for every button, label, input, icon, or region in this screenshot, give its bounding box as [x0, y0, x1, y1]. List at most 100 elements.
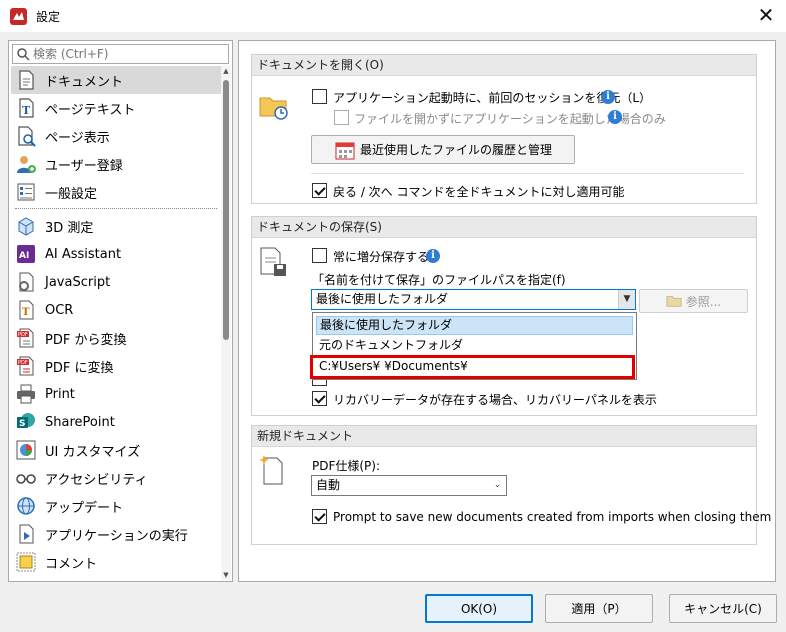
- pdf-from-icon: PDF: [17, 328, 34, 348]
- nav-item-label: JavaScript: [45, 274, 111, 290]
- prompt-save-checkbox[interactable]: [312, 509, 327, 524]
- svg-text:S: S: [19, 419, 25, 429]
- nav-item-label: AI Assistant: [45, 246, 122, 262]
- globe-icon: [17, 497, 35, 515]
- chevron-down-icon[interactable]: ▼: [618, 290, 635, 309]
- svg-text:T: T: [22, 307, 30, 318]
- nav-item-comment[interactable]: コメント: [11, 548, 221, 576]
- nav-item-page-text[interactable]: T ページテキスト: [11, 94, 221, 122]
- pdf-spec-value: 自動: [316, 478, 341, 492]
- scroll-down-icon[interactable]: ▼: [221, 570, 231, 580]
- group-header: ドキュメントの保存(S): [252, 217, 756, 238]
- save-path-value: 最後に使用したフォルダ: [316, 292, 449, 306]
- highlight-box: [310, 355, 635, 379]
- nav-item-print[interactable]: Print: [11, 380, 221, 408]
- option-original-document-folder[interactable]: 元のドキュメントフォルダ: [316, 337, 633, 356]
- svg-text:PDF: PDF: [18, 360, 28, 366]
- nav-item-convert-to-pdf[interactable]: PDF PDF に変換: [11, 352, 221, 380]
- general-settings-icon: [17, 183, 35, 201]
- scroll-thumb[interactable]: [223, 80, 229, 340]
- search-box[interactable]: [12, 44, 229, 64]
- chevron-down-icon[interactable]: ⌄: [489, 476, 506, 495]
- divider: [311, 173, 744, 174]
- nav-item-label: ページ表示: [45, 130, 110, 146]
- nav-item-label: アプリケーションの実行: [45, 528, 188, 544]
- nav-item-label: SharePoint: [45, 414, 115, 430]
- user-icon: [17, 156, 36, 173]
- nav-item-document[interactable]: ドキュメント: [11, 66, 221, 94]
- svg-text:PDF: PDF: [18, 332, 28, 338]
- back-next-checkbox[interactable]: [312, 183, 327, 198]
- nav-item-label: PDF に変換: [45, 360, 114, 376]
- nav-item-ai-assistant[interactable]: AI AI Assistant: [11, 240, 221, 268]
- app-run-icon: [19, 524, 34, 544]
- nav-item-ocr[interactable]: T OCR: [11, 296, 221, 324]
- nav-item-label: コメント: [45, 556, 98, 572]
- open-document-group: ドキュメントを開く(O): [251, 54, 757, 204]
- search-icon: [17, 48, 30, 61]
- nav-item-general-settings[interactable]: 一般設定: [11, 178, 221, 206]
- nav-item-accessibility[interactable]: アクセシビリティ: [11, 464, 221, 492]
- browse-button[interactable]: 参照...: [639, 289, 748, 313]
- restore-without-file-checkbox[interactable]: [334, 110, 349, 125]
- recovery-panel-label: リカバリーデータが存在する場合、リカバリーパネルを表示: [333, 393, 657, 407]
- glasses-icon: [16, 474, 36, 484]
- nav-item-javascript[interactable]: JavaScript: [11, 268, 221, 296]
- window-title: 設定: [36, 10, 61, 24]
- back-next-label: 戻る / 次へ コマンドを全ドキュメントに対し適用可能: [333, 185, 625, 199]
- ai-icon: AI: [17, 245, 35, 263]
- ok-button[interactable]: OK(O): [425, 594, 533, 623]
- new-document-icon: [259, 455, 283, 485]
- title-bar: 設定 ✕: [0, 0, 786, 32]
- save-path-dropdown[interactable]: 最後に使用したフォルダ ▼: [311, 289, 636, 310]
- nav-item-page-view[interactable]: ページ表示: [11, 122, 221, 150]
- nav-item-convert-from-pdf[interactable]: PDF PDF から変換: [11, 324, 221, 352]
- svg-text:T: T: [22, 104, 31, 117]
- nav-item-3d-measure[interactable]: 3D 測定: [11, 212, 221, 240]
- restore-session-checkbox[interactable]: [312, 89, 327, 104]
- incremental-save-label: 常に増分保存する: [333, 250, 430, 264]
- pdf-to-icon: PDF: [17, 356, 34, 376]
- nav-item-label: アクセシビリティ: [45, 472, 148, 488]
- nav-item-update[interactable]: アップデート: [11, 492, 221, 520]
- prompt-save-label: Prompt to save new documents created fro…: [333, 510, 772, 524]
- nav-item-label: UI カスタマイズ: [45, 444, 141, 460]
- nav-item-app-execution[interactable]: アプリケーションの実行: [11, 520, 221, 548]
- recovery-panel-checkbox[interactable]: [312, 391, 327, 406]
- save-as-path-label: 「名前を付けて保存」のファイルパスを指定(f): [312, 273, 566, 287]
- cancel-label: キャンセル(C): [684, 602, 762, 616]
- apply-button[interactable]: 適用（P）: [545, 594, 653, 623]
- page-view-icon: [18, 126, 36, 147]
- nav-item-label: ユーザー登録: [45, 158, 123, 174]
- scroll-up-icon[interactable]: ▲: [221, 66, 231, 76]
- nav-item-ui-customize[interactable]: UI カスタマイズ: [11, 436, 221, 464]
- search-input[interactable]: [33, 46, 223, 62]
- cancel-button[interactable]: キャンセル(C): [669, 594, 777, 623]
- nav-item-sharepoint[interactable]: S SharePoint: [11, 408, 221, 436]
- nav-item-label: PDF から変換: [45, 332, 127, 348]
- recent-files-history-label: 最近使用したファイルの履歴と管理: [359, 143, 552, 157]
- ocr-icon: T: [19, 300, 34, 320]
- group-header: 新規ドキュメント: [252, 426, 756, 447]
- recent-files-history-button[interactable]: 最近使用したファイルの履歴と管理: [311, 135, 575, 164]
- nav-item-label: Print: [45, 386, 75, 402]
- svg-text:AI: AI: [19, 251, 29, 261]
- folder-icon: [666, 296, 682, 307]
- nav-divider: [15, 208, 217, 209]
- option-last-used-folder[interactable]: 最後に使用したフォルダ: [316, 316, 633, 335]
- nav-scrollbar[interactable]: ▲ ▼: [221, 66, 231, 580]
- nav-item-user-registration[interactable]: ユーザー登録: [11, 150, 221, 178]
- incremental-save-checkbox[interactable]: [312, 248, 327, 263]
- close-button[interactable]: ✕: [754, 4, 778, 28]
- ok-label: OK(O): [460, 601, 498, 616]
- nav-list: ドキュメント T ページテキスト ページ表示 ユーザー登録 一般設定 3D 測定…: [11, 66, 221, 576]
- pdf-spec-dropdown[interactable]: 自動 ⌄: [311, 475, 507, 496]
- browse-label: 参照...: [685, 294, 722, 309]
- info-icon[interactable]: i: [601, 90, 615, 104]
- palette-icon: [16, 440, 36, 460]
- nav-item-label: 3D 測定: [45, 220, 94, 236]
- info-icon[interactable]: i: [426, 249, 440, 263]
- info-icon[interactable]: i: [608, 110, 622, 124]
- pdf-spec-label: PDF仕様(P):: [312, 459, 381, 473]
- nav-item-label: ドキュメント: [45, 74, 124, 90]
